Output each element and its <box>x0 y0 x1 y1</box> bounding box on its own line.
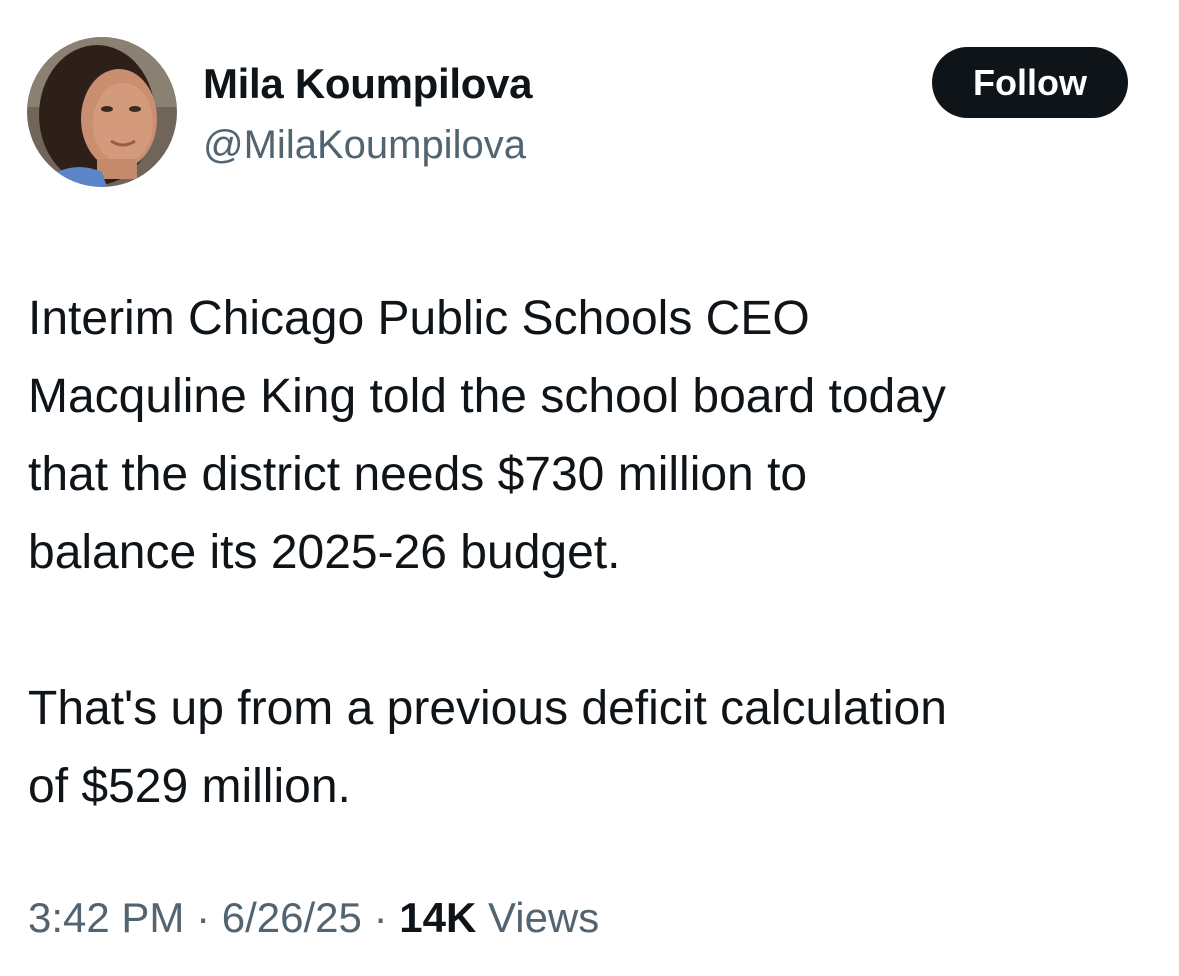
tweet-time[interactable]: 3:42 PM <box>28 894 184 941</box>
author-handle[interactable]: @MilaKoumpilova <box>203 119 526 171</box>
views-count: 14K <box>399 894 477 941</box>
tweet-date[interactable]: 6/26/25 <box>222 894 362 941</box>
views-label: Views <box>487 894 600 941</box>
follow-button[interactable]: Follow <box>932 47 1128 118</box>
profile-photo-icon <box>27 37 177 187</box>
tweet-meta: 3:42 PM · 6/26/25 · 14K Views <box>28 888 599 948</box>
meta-separator: · <box>373 894 388 941</box>
tweet-paragraph: Interim Chicago Public Schools CEO Macqu… <box>28 292 946 579</box>
tweet-card: Mila Koumpilova @MilaKoumpilova Follow I… <box>0 0 1179 976</box>
meta-separator: · <box>196 894 211 941</box>
avatar[interactable] <box>27 37 177 187</box>
tweet-text: Interim Chicago Public Schools CEO Macqu… <box>28 280 1158 826</box>
tweet-paragraph: That's up from a previous deficit calcul… <box>28 682 947 813</box>
author-name[interactable]: Mila Koumpilova <box>203 58 533 110</box>
